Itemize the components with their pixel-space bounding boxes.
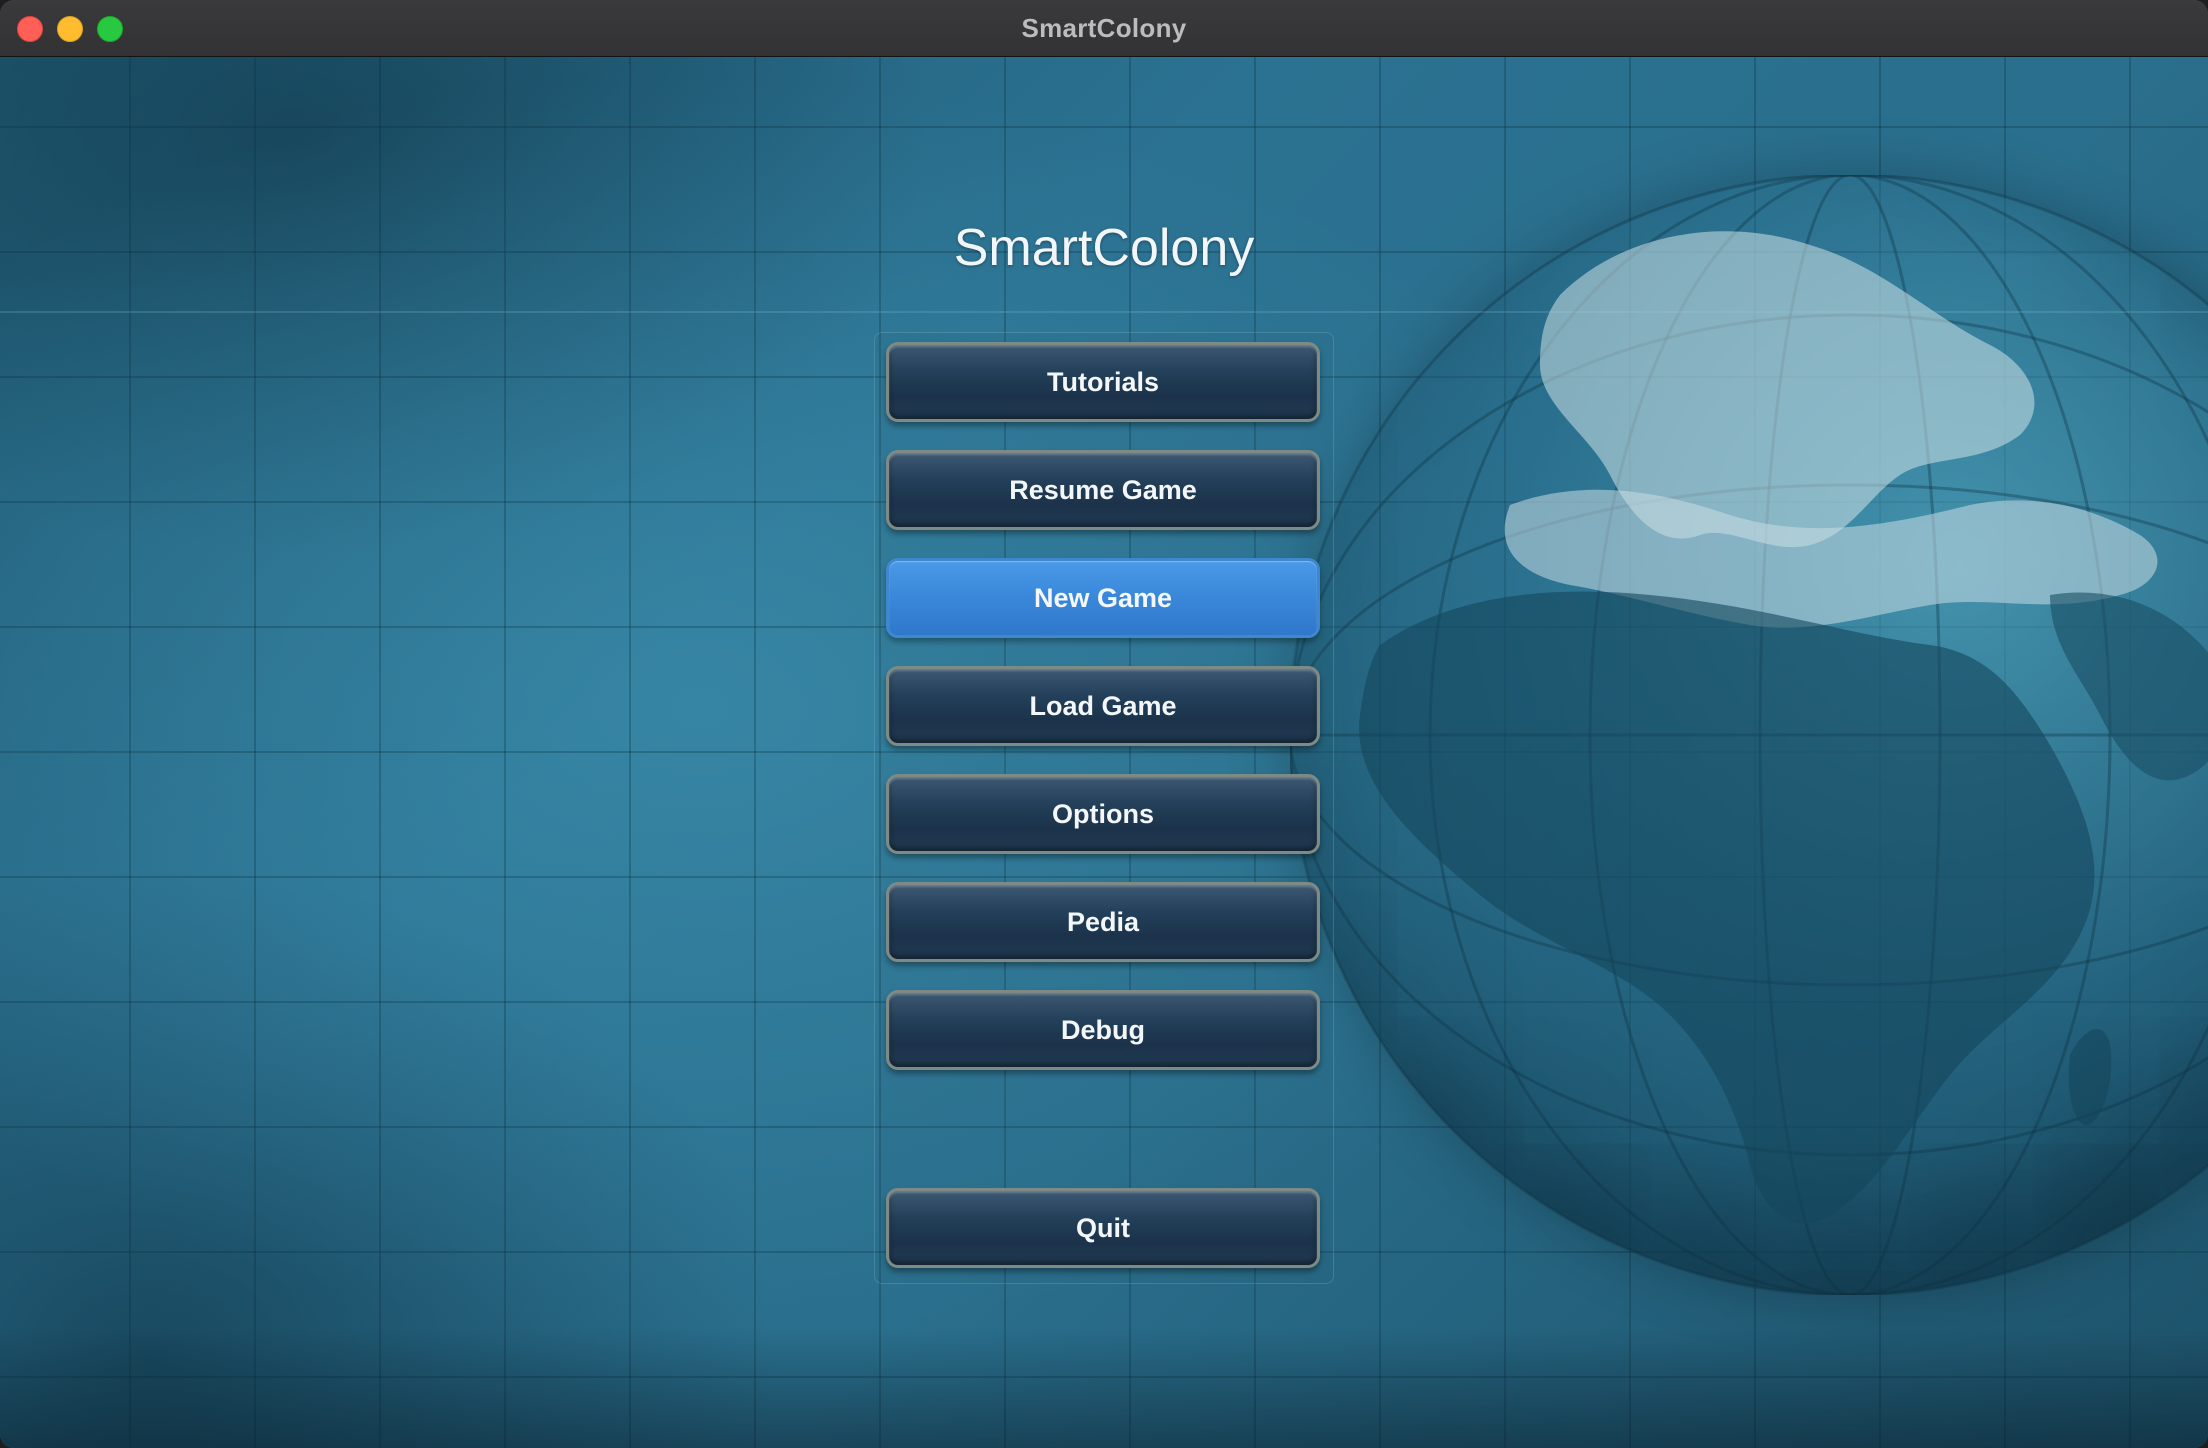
tutorials-button[interactable]: Tutorials xyxy=(886,342,1320,422)
load-game-button[interactable]: Load Game xyxy=(886,666,1320,746)
options-button[interactable]: Options xyxy=(886,774,1320,854)
quit-button[interactable]: Quit xyxy=(886,1188,1320,1268)
divider-line xyxy=(0,311,2208,313)
window-title: SmartColony xyxy=(1021,13,1187,43)
new-game-button[interactable]: New Game xyxy=(886,558,1320,638)
pedia-button[interactable]: Pedia xyxy=(886,882,1320,962)
game-title: SmartColony xyxy=(953,219,1255,277)
debug-button[interactable]: Debug xyxy=(886,990,1320,1070)
vignette xyxy=(0,1328,2208,1448)
app-window: SmartColony SmartColony Tutorials Resume… xyxy=(0,0,2208,1448)
title-bar[interactable]: SmartColony xyxy=(0,0,2208,57)
globe-map-icon xyxy=(1290,175,2208,1295)
resume-game-button[interactable]: Resume Game xyxy=(886,450,1320,530)
